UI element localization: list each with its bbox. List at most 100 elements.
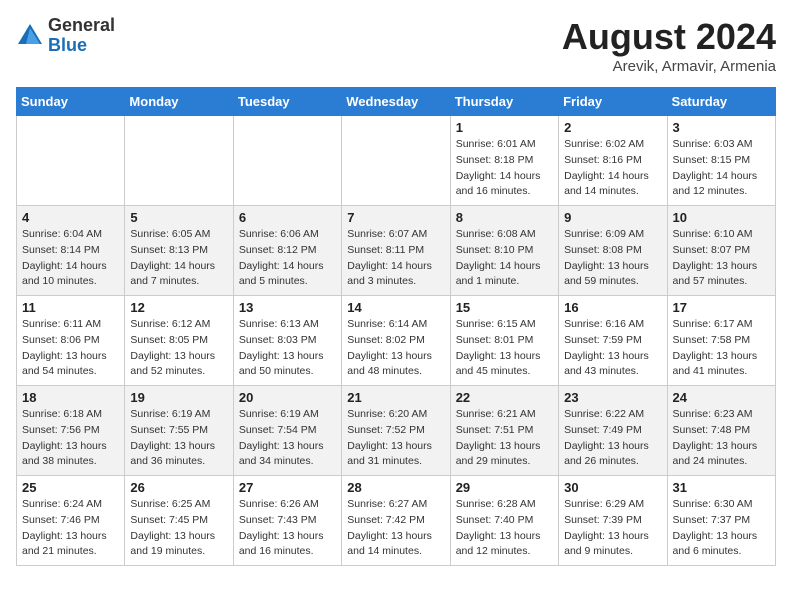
calendar-cell: 21 Sunrise: 6:20 AMSunset: 7:52 PMDayligh… xyxy=(342,386,450,476)
day-info: Sunrise: 6:13 AMSunset: 8:03 PMDaylight:… xyxy=(239,317,336,380)
calendar-cell xyxy=(233,116,341,206)
calendar-cell: 14 Sunrise: 6:14 AMSunset: 8:02 PMDayligh… xyxy=(342,296,450,386)
header-tuesday: Tuesday xyxy=(233,88,341,116)
day-number: 17 xyxy=(673,300,770,315)
calendar-header-row: SundayMondayTuesdayWednesdayThursdayFrid… xyxy=(17,88,776,116)
header-monday: Monday xyxy=(125,88,233,116)
day-info: Sunrise: 6:22 AMSunset: 7:49 PMDaylight:… xyxy=(564,407,661,470)
calendar-cell: 9 Sunrise: 6:09 AMSunset: 8:08 PMDaylight… xyxy=(559,206,667,296)
calendar-cell: 13 Sunrise: 6:13 AMSunset: 8:03 PMDayligh… xyxy=(233,296,341,386)
calendar-cell: 27 Sunrise: 6:26 AMSunset: 7:43 PMDayligh… xyxy=(233,476,341,566)
day-number: 30 xyxy=(564,480,661,495)
header-saturday: Saturday xyxy=(667,88,775,116)
day-info: Sunrise: 6:17 AMSunset: 7:58 PMDaylight:… xyxy=(673,317,770,380)
day-info: Sunrise: 6:15 AMSunset: 8:01 PMDaylight:… xyxy=(456,317,553,380)
day-number: 9 xyxy=(564,210,661,225)
day-number: 28 xyxy=(347,480,444,495)
day-info: Sunrise: 6:21 AMSunset: 7:51 PMDaylight:… xyxy=(456,407,553,470)
calendar-cell xyxy=(125,116,233,206)
header-wednesday: Wednesday xyxy=(342,88,450,116)
title-area: August 2024 Arevik, Armavir, Armenia xyxy=(562,16,776,75)
header-sunday: Sunday xyxy=(17,88,125,116)
day-info: Sunrise: 6:01 AMSunset: 8:18 PMDaylight:… xyxy=(456,137,553,200)
day-info: Sunrise: 6:11 AMSunset: 8:06 PMDaylight:… xyxy=(22,317,119,380)
day-info: Sunrise: 6:30 AMSunset: 7:37 PMDaylight:… xyxy=(673,497,770,560)
calendar-cell: 31Sunrise: 6:30 AMSunset: 7:37 PMDayligh… xyxy=(667,476,775,566)
calendar-cell: 1 Sunrise: 6:01 AMSunset: 8:18 PMDaylight… xyxy=(450,116,558,206)
day-number: 7 xyxy=(347,210,444,225)
day-info: Sunrise: 6:23 AMSunset: 7:48 PMDaylight:… xyxy=(673,407,770,470)
calendar-cell: 29 Sunrise: 6:28 AMSunset: 7:40 PMDayligh… xyxy=(450,476,558,566)
main-title: August 2024 xyxy=(562,16,776,58)
day-number: 16 xyxy=(564,300,661,315)
day-info: Sunrise: 6:05 AMSunset: 8:13 PMDaylight:… xyxy=(130,227,227,290)
calendar-week-1: 4 Sunrise: 6:04 AMSunset: 8:14 PMDaylight… xyxy=(17,206,776,296)
logo-icon xyxy=(16,22,44,50)
day-info: Sunrise: 6:06 AMSunset: 8:12 PMDaylight:… xyxy=(239,227,336,290)
day-number: 14 xyxy=(347,300,444,315)
day-info: Sunrise: 6:27 AMSunset: 7:42 PMDaylight:… xyxy=(347,497,444,560)
logo: General Blue xyxy=(16,16,115,56)
day-info: Sunrise: 6:10 AMSunset: 8:07 PMDaylight:… xyxy=(673,227,770,290)
calendar-cell xyxy=(342,116,450,206)
header: General Blue August 2024 Arevik, Armavir… xyxy=(16,16,776,75)
calendar-cell: 8 Sunrise: 6:08 AMSunset: 8:10 PMDaylight… xyxy=(450,206,558,296)
calendar-cell: 10 Sunrise: 6:10 AMSunset: 8:07 PMDayligh… xyxy=(667,206,775,296)
day-info: Sunrise: 6:26 AMSunset: 7:43 PMDaylight:… xyxy=(239,497,336,560)
calendar-cell: 19 Sunrise: 6:19 AMSunset: 7:55 PMDayligh… xyxy=(125,386,233,476)
day-info: Sunrise: 6:08 AMSunset: 8:10 PMDaylight:… xyxy=(456,227,553,290)
day-number: 19 xyxy=(130,390,227,405)
calendar-week-3: 18Sunrise: 6:18 AMSunset: 7:56 PMDayligh… xyxy=(17,386,776,476)
day-number: 18 xyxy=(22,390,119,405)
day-info: Sunrise: 6:16 AMSunset: 7:59 PMDaylight:… xyxy=(564,317,661,380)
day-info: Sunrise: 6:14 AMSunset: 8:02 PMDaylight:… xyxy=(347,317,444,380)
day-info: Sunrise: 6:20 AMSunset: 7:52 PMDaylight:… xyxy=(347,407,444,470)
day-number: 15 xyxy=(456,300,553,315)
day-number: 29 xyxy=(456,480,553,495)
day-info: Sunrise: 6:19 AMSunset: 7:54 PMDaylight:… xyxy=(239,407,336,470)
day-number: 21 xyxy=(347,390,444,405)
day-info: Sunrise: 6:19 AMSunset: 7:55 PMDaylight:… xyxy=(130,407,227,470)
day-number: 22 xyxy=(456,390,553,405)
day-info: Sunrise: 6:25 AMSunset: 7:45 PMDaylight:… xyxy=(130,497,227,560)
day-number: 1 xyxy=(456,120,553,135)
day-number: 23 xyxy=(564,390,661,405)
calendar-cell: 20 Sunrise: 6:19 AMSunset: 7:54 PMDayligh… xyxy=(233,386,341,476)
day-info: Sunrise: 6:02 AMSunset: 8:16 PMDaylight:… xyxy=(564,137,661,200)
header-thursday: Thursday xyxy=(450,88,558,116)
calendar-week-2: 11 Sunrise: 6:11 AMSunset: 8:06 PMDayligh… xyxy=(17,296,776,386)
calendar-week-4: 25 Sunrise: 6:24 AMSunset: 7:46 PMDayligh… xyxy=(17,476,776,566)
day-info: Sunrise: 6:04 AMSunset: 8:14 PMDaylight:… xyxy=(22,227,119,290)
day-number: 8 xyxy=(456,210,553,225)
calendar-cell: 18Sunrise: 6:18 AMSunset: 7:56 PMDayligh… xyxy=(17,386,125,476)
header-friday: Friday xyxy=(559,88,667,116)
calendar-cell: 24 Sunrise: 6:23 AMSunset: 7:48 PMDayligh… xyxy=(667,386,775,476)
subtitle: Arevik, Armavir, Armenia xyxy=(562,58,776,75)
day-info: Sunrise: 6:28 AMSunset: 7:40 PMDaylight:… xyxy=(456,497,553,560)
day-number: 25 xyxy=(22,480,119,495)
day-number: 13 xyxy=(239,300,336,315)
day-info: Sunrise: 6:29 AMSunset: 7:39 PMDaylight:… xyxy=(564,497,661,560)
day-info: Sunrise: 6:24 AMSunset: 7:46 PMDaylight:… xyxy=(22,497,119,560)
calendar-cell: 23 Sunrise: 6:22 AMSunset: 7:49 PMDayligh… xyxy=(559,386,667,476)
day-info: Sunrise: 6:07 AMSunset: 8:11 PMDaylight:… xyxy=(347,227,444,290)
calendar-cell: 5Sunrise: 6:05 AMSunset: 8:13 PMDaylight… xyxy=(125,206,233,296)
logo-blue: Blue xyxy=(48,35,87,55)
day-number: 2 xyxy=(564,120,661,135)
day-number: 10 xyxy=(673,210,770,225)
calendar-cell: 12Sunrise: 6:12 AMSunset: 8:05 PMDayligh… xyxy=(125,296,233,386)
calendar-cell: 15 Sunrise: 6:15 AMSunset: 8:01 PMDayligh… xyxy=(450,296,558,386)
day-number: 20 xyxy=(239,390,336,405)
day-number: 11 xyxy=(22,300,119,315)
day-number: 12 xyxy=(130,300,227,315)
calendar-cell xyxy=(17,116,125,206)
calendar-cell: 6Sunrise: 6:06 AMSunset: 8:12 PMDaylight… xyxy=(233,206,341,296)
day-info: Sunrise: 6:09 AMSunset: 8:08 PMDaylight:… xyxy=(564,227,661,290)
day-number: 4 xyxy=(22,210,119,225)
day-number: 27 xyxy=(239,480,336,495)
calendar-cell: 3Sunrise: 6:03 AMSunset: 8:15 PMDaylight… xyxy=(667,116,775,206)
calendar-week-0: 1 Sunrise: 6:01 AMSunset: 8:18 PMDaylight… xyxy=(17,116,776,206)
day-number: 24 xyxy=(673,390,770,405)
calendar-cell: 17 Sunrise: 6:17 AMSunset: 7:58 PMDayligh… xyxy=(667,296,775,386)
calendar-cell: 26Sunrise: 6:25 AMSunset: 7:45 PMDayligh… xyxy=(125,476,233,566)
